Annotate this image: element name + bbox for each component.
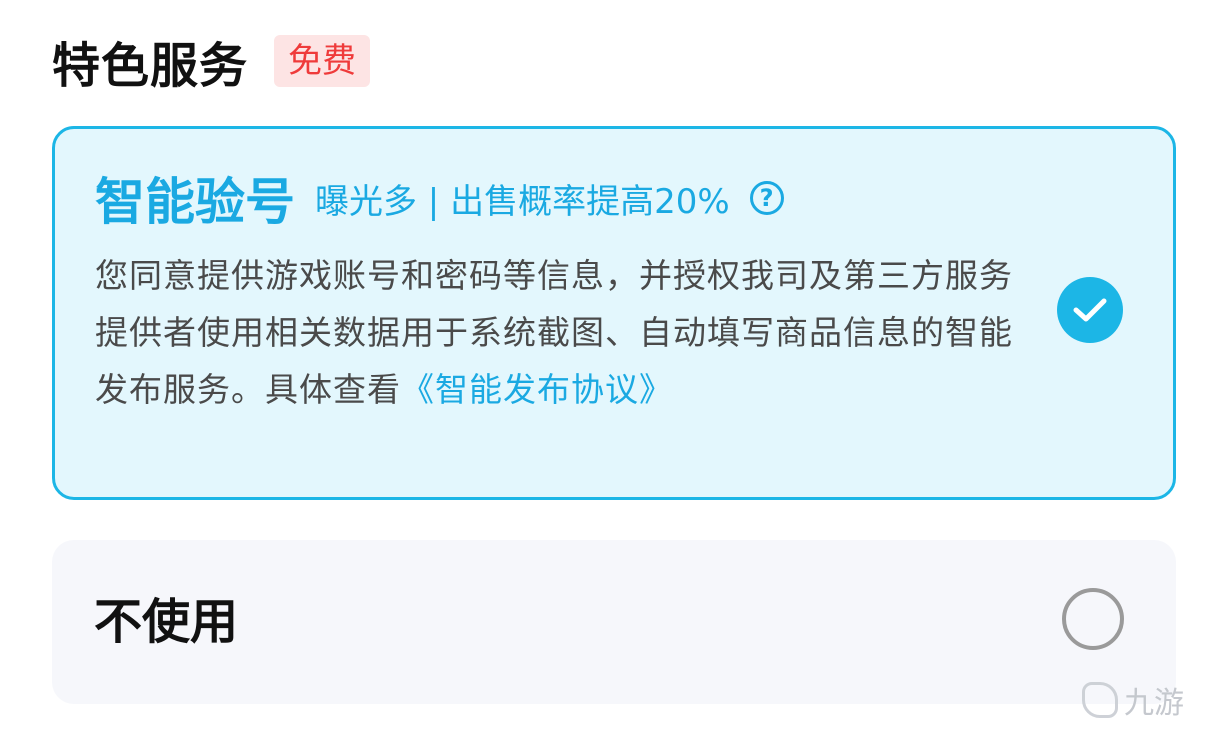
option-no-use[interactable]: 不使用 [52,540,1176,704]
section-title: 特色服务 [52,38,249,94]
option-title-row: 智能验号 曝光多 | 出售概率提高20% ? [95,163,784,233]
feature-service-page: 特色服务 免费 智能验号 曝光多 | 出售概率提高20% ? 您同意提供游戏账号… [0,0,1228,736]
agreement-link[interactable]: 《智能发布协议》 [401,370,673,409]
option-description: 您同意提供游戏账号和密码等信息，并授权我司及第三方服务提供者使用相关数据用于系统… [95,247,1015,418]
option-name: 不使用 [94,594,239,650]
option-smart-verify[interactable]: 智能验号 曝光多 | 出售概率提高20% ? 您同意提供游戏账号和密码等信息，并… [52,126,1176,500]
checkmark-icon [1073,298,1107,322]
check-circle-icon[interactable] [1057,277,1123,343]
radio-unchecked-icon[interactable] [1062,588,1124,650]
section-header: 特色服务 免费 [52,26,371,96]
watermark-text: 九游 [1124,686,1184,721]
option-tagline: 曝光多 | 出售概率提高20% [315,181,730,222]
option-name: 智能验号 [95,173,295,231]
watermark-logo-icon [1082,682,1118,718]
free-badge: 免费 [274,35,371,87]
watermark: 九游 [1082,678,1184,722]
help-icon[interactable]: ? [749,181,784,215]
